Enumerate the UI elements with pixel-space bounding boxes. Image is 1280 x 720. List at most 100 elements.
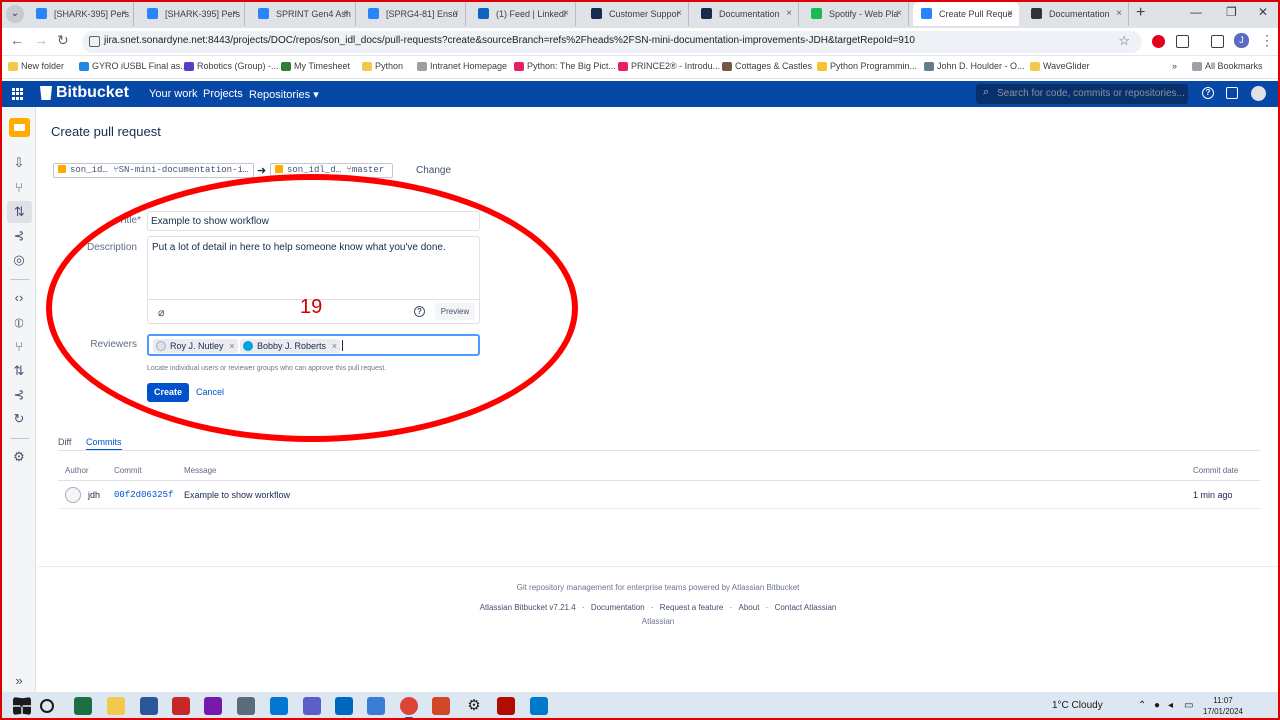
forks-icon[interactable]: ⊰ xyxy=(11,387,27,403)
word-icon[interactable] xyxy=(140,697,158,715)
nav-your-work[interactable]: Your work xyxy=(149,88,198,100)
close-tab-icon[interactable]: × xyxy=(1007,2,1013,26)
app-icon[interactable] xyxy=(335,697,353,715)
markdown-help-icon[interactable]: ? xyxy=(414,306,425,317)
browser-tab[interactable]: SPRINT Gen4 Ash × xyxy=(250,2,356,26)
opera-extension-icon[interactable] xyxy=(1152,35,1165,48)
bookmark-star-icon[interactable]: ☆ xyxy=(1118,33,1130,49)
microphone-icon[interactable]: ● xyxy=(1154,700,1160,711)
close-tab-icon[interactable]: × xyxy=(232,2,238,26)
footer-link-documentation[interactable]: Documentation xyxy=(591,603,645,612)
target-branch-selector[interactable]: son_idl_d… ⑂master xyxy=(270,163,393,178)
chrome-icon[interactable] xyxy=(400,697,418,715)
clone-icon[interactable]: ⇩ xyxy=(11,155,27,171)
reviewer-chip[interactable]: Roy J. Nutley × xyxy=(153,339,238,353)
more-bookmarks-button[interactable]: » xyxy=(1172,61,1177,71)
tab-search-button[interactable]: ⌄ xyxy=(6,5,24,23)
excel-icon[interactable] xyxy=(74,697,92,715)
settings-gear-icon[interactable]: ⚙ xyxy=(465,697,483,715)
app-icon[interactable] xyxy=(367,697,385,715)
repository-avatar-icon[interactable] xyxy=(9,118,30,137)
attachment-paperclip-icon[interactable]: ⌀ xyxy=(158,306,165,319)
fork-icon[interactable]: ⊰ xyxy=(11,228,27,244)
close-tab-icon[interactable]: × xyxy=(343,2,349,26)
bookmark-item[interactable]: My Timesheet xyxy=(281,61,350,71)
search-icon[interactable] xyxy=(40,699,54,713)
site-info-icon[interactable] xyxy=(89,36,100,47)
browser-tab[interactable]: Create Pull Reque × xyxy=(913,2,1019,26)
commit-hash-link[interactable]: 00f2d06325f xyxy=(114,490,173,500)
title-input[interactable]: Example to show workflow xyxy=(147,211,480,231)
browser-tab[interactable]: Documentation × xyxy=(693,2,799,26)
close-tab-icon[interactable]: × xyxy=(676,2,682,26)
battery-icon[interactable]: ▭ xyxy=(1184,700,1193,711)
file-explorer-icon[interactable] xyxy=(107,697,125,715)
browser-tab[interactable]: Customer Suppor × xyxy=(583,2,689,26)
bookmark-item[interactable]: PRINCE2® - Introdu... xyxy=(618,61,720,71)
create-button[interactable]: Create xyxy=(147,383,189,402)
restore-button[interactable]: ❐ xyxy=(1226,5,1237,19)
bookmark-item[interactable]: WaveGlider xyxy=(1030,61,1090,71)
footer-link-contact[interactable]: Contact Atlassian xyxy=(775,603,837,612)
profile-avatar[interactable]: J xyxy=(1234,33,1249,48)
code-search-input[interactable]: ⌕ Search for code, commits or repositori… xyxy=(976,84,1188,104)
browser-tab[interactable]: [SPRG4-81] Ensu × xyxy=(360,2,466,26)
footer-atlassian-logo[interactable]: Atlassian xyxy=(38,617,1278,626)
bitbucket-brand[interactable]: Bitbucket xyxy=(56,84,129,102)
reload-button[interactable]: ↻ xyxy=(57,32,69,49)
tab-diff[interactable]: Diff xyxy=(58,437,71,447)
settings-gear-icon[interactable]: ⚙ xyxy=(11,449,27,465)
close-tab-icon[interactable]: × xyxy=(896,2,902,26)
close-tab-icon[interactable]: × xyxy=(786,2,792,26)
close-tab-icon[interactable]: × xyxy=(453,2,459,26)
close-tab-icon[interactable]: × xyxy=(1116,2,1122,26)
bookmark-item[interactable]: Intranet Homepage xyxy=(417,61,507,71)
close-window-button[interactable]: ✕ xyxy=(1258,5,1268,19)
change-branches-link[interactable]: Change xyxy=(416,165,451,176)
reviewers-input[interactable]: Roy J. Nutley × Bobby J. Roberts × xyxy=(147,334,480,356)
address-bar[interactable]: jira.snet.sonardyne.net:8443/projects/DO… xyxy=(82,31,1142,53)
bookmark-item[interactable]: John D. Houlder - O... xyxy=(924,61,1025,71)
cancel-button[interactable]: Cancel xyxy=(196,387,224,397)
bookmark-item[interactable]: Python: The Big Pict... xyxy=(514,61,616,71)
bookmark-item[interactable]: Python Programmin... xyxy=(817,61,917,71)
volume-icon[interactable]: ◂ xyxy=(1168,700,1173,711)
minimize-button[interactable]: — xyxy=(1190,5,1202,19)
browser-tab[interactable]: Spotify - Web Pla × xyxy=(803,2,909,26)
preview-button[interactable]: Preview xyxy=(435,303,475,320)
app-switcher-icon[interactable] xyxy=(12,88,24,100)
app-icon[interactable] xyxy=(172,697,190,715)
browser-menu-icon[interactable]: ⋮ xyxy=(1260,32,1274,49)
pull-requests-icon[interactable]: ⇅ xyxy=(11,363,27,379)
create-branch-icon[interactable]: ⑂ xyxy=(11,180,27,196)
nav-repositories[interactable]: Repositories ▾ xyxy=(249,88,319,101)
bookmark-item[interactable]: New folder xyxy=(8,61,64,71)
bookmark-item[interactable]: Python xyxy=(362,61,403,71)
teams-icon[interactable] xyxy=(303,697,321,715)
footer-link-request-feature[interactable]: Request a feature xyxy=(660,603,724,612)
close-tab-icon[interactable]: × xyxy=(563,2,569,26)
system-clock[interactable]: 11:07 17/01/2024 xyxy=(1200,695,1246,717)
browser-tab[interactable]: (1) Feed | Linkedl × xyxy=(470,2,576,26)
expand-sidebar-icon[interactable]: » xyxy=(11,673,27,689)
app-icon[interactable] xyxy=(237,697,255,715)
forward-button[interactable]: → xyxy=(34,32,48,48)
browser-tab[interactable]: Documentation × xyxy=(1023,2,1129,26)
compare-icon[interactable]: ◎ xyxy=(11,252,27,268)
onenote-icon[interactable] xyxy=(204,697,222,715)
close-tab-icon[interactable]: × xyxy=(121,2,127,26)
acrobat-icon[interactable] xyxy=(497,697,515,715)
tab-commits[interactable]: Commits xyxy=(86,437,122,451)
user-avatar[interactable] xyxy=(1251,86,1266,101)
bookmark-item[interactable]: Robotics (Group) -... xyxy=(184,61,279,71)
side-panel-icon[interactable] xyxy=(1211,35,1224,48)
remove-reviewer-icon[interactable]: × xyxy=(229,339,234,353)
browser-tab[interactable]: [SHARK-395] Pers × xyxy=(28,2,134,26)
builds-icon[interactable]: ↻ xyxy=(11,411,27,427)
nav-projects[interactable]: Projects xyxy=(203,88,243,100)
branches-icon[interactable]: ⑂ xyxy=(11,339,27,355)
back-button[interactable]: ← xyxy=(10,32,24,48)
bookmark-item[interactable]: GYRO iUSBL Final as... xyxy=(79,61,188,71)
outlook-icon[interactable] xyxy=(270,697,288,715)
footer-link-about[interactable]: About xyxy=(739,603,760,612)
